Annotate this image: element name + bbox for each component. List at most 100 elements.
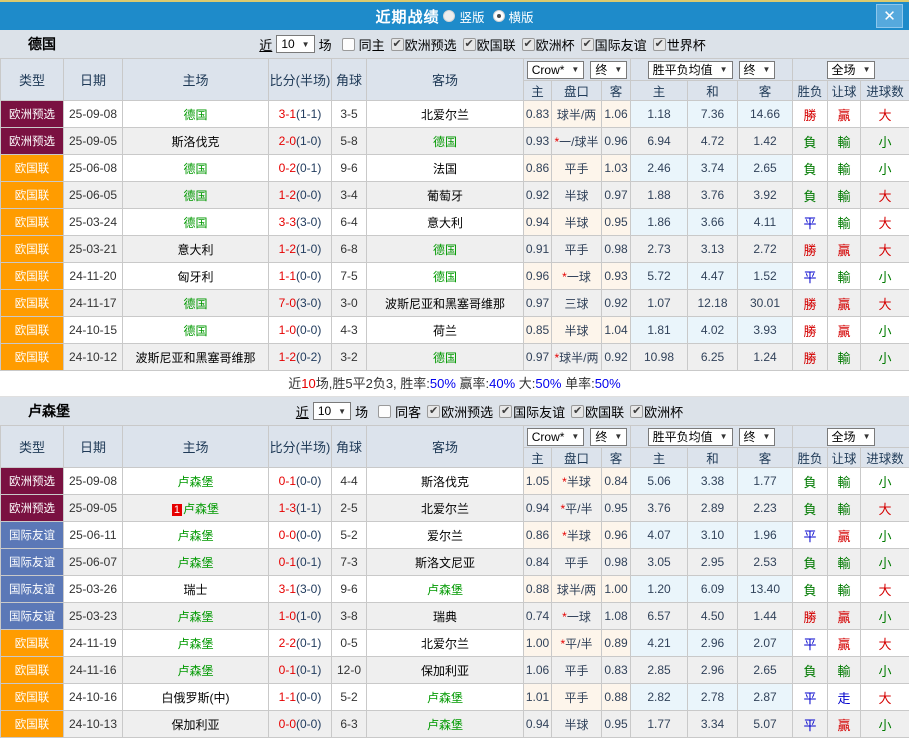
handicap-line: 球半/两 [552, 101, 602, 128]
match-date: 24-10-16 [64, 684, 123, 711]
match-date: 24-10-15 [64, 317, 123, 344]
match-row: 欧国联25-06-05德国1-2(0-0)3-4葡萄牙0.92半球0.971.8… [1, 182, 909, 209]
bookmaker-select[interactable]: Crow*▼ [527, 61, 585, 79]
handicap-line: 平手 [552, 549, 602, 576]
avg-lose-odds: 1.44 [738, 603, 793, 630]
league-filter-checkbox[interactable]: ✔欧洲杯 [522, 35, 575, 54]
sub-header-avg-draw: 和 [688, 81, 738, 101]
match-date: 25-06-05 [64, 182, 123, 209]
league-filter-checkbox[interactable]: ✔国际友谊 [581, 35, 647, 54]
same-venue-checkbox[interactable]: 同客 [378, 402, 421, 421]
bookmaker-select[interactable]: Crow*▼ [527, 428, 585, 446]
match-count-select[interactable]: 10▼ [276, 35, 314, 53]
recent-link[interactable]: 近 [296, 402, 309, 421]
score: 1-2(0-2) [269, 344, 332, 371]
radio-horizontal-layout[interactable] [493, 10, 505, 22]
league-type-badge: 欧国联 [1, 630, 64, 657]
avg-draw-odds: 3.76 [688, 182, 738, 209]
match-row: 欧洲预选25-09-05斯洛伐克2-0(1-0)5-8德国0.93*一/球半0.… [1, 128, 909, 155]
handicap-line: *一球 [552, 263, 602, 290]
corner-count: 0-5 [332, 630, 367, 657]
league-filter-checkbox[interactable]: ✔国际友谊 [499, 402, 565, 421]
handicap-line: *一球 [552, 603, 602, 630]
crow-home-odds: 0.97 [524, 290, 552, 317]
avg-odds-select[interactable]: 胜平负均值▼ [648, 428, 733, 446]
result-goals: 大 [861, 576, 909, 603]
odds-time-select[interactable]: 终▼ [590, 61, 627, 79]
avg-win-odds: 2.82 [631, 684, 688, 711]
home-team: 白俄罗斯(中) [123, 684, 269, 711]
avg-draw-odds: 12.18 [688, 290, 738, 317]
crow-away-odds: 0.95 [602, 209, 631, 236]
avg-draw-odds: 2.96 [688, 630, 738, 657]
corner-count: 7-5 [332, 263, 367, 290]
score: 0-0(0-0) [269, 522, 332, 549]
close-button[interactable]: ✕ [876, 4, 903, 28]
home-team: 德国 [123, 317, 269, 344]
chevron-down-icon: ▼ [571, 432, 579, 441]
league-filter-checkbox[interactable]: ✔欧洲预选 [427, 402, 493, 421]
avg-win-odds: 3.76 [631, 495, 688, 522]
avg-time-select[interactable]: 终▼ [739, 61, 776, 79]
league-type-badge: 欧国联 [1, 290, 64, 317]
away-team: 德国 [367, 236, 524, 263]
league-filter-checkbox[interactable]: ✔欧洲杯 [630, 402, 683, 421]
handicap-line: 平手 [552, 657, 602, 684]
radio-horizontal-label: 横版 [509, 7, 534, 26]
titlebar: 近期战绩 竖版 横版 ✕ [0, 2, 909, 30]
crow-away-odds: 1.00 [602, 576, 631, 603]
away-team: 德国 [367, 263, 524, 290]
crow-away-odds: 1.04 [602, 317, 631, 344]
away-team: 卢森堡 [367, 576, 524, 603]
crow-away-odds: 1.06 [602, 101, 631, 128]
odds-time-select[interactable]: 终▼ [590, 428, 627, 446]
avg-draw-odds: 7.36 [688, 101, 738, 128]
radio-vertical-layout[interactable] [443, 10, 455, 22]
avg-lose-odds: 2.65 [738, 657, 793, 684]
league-filter-checkbox[interactable]: ✔欧国联 [463, 35, 516, 54]
league-type-badge: 国际友谊 [1, 576, 64, 603]
league-filter-checkbox[interactable]: ✔世界杯 [653, 35, 706, 54]
corner-count: 6-3 [332, 711, 367, 738]
crow-away-odds: 0.96 [602, 522, 631, 549]
crow-home-odds: 1.05 [524, 468, 552, 495]
avg-time-select[interactable]: 终▼ [739, 428, 776, 446]
score: 3-1(1-1) [269, 101, 332, 128]
same-venue-checkbox[interactable]: 同主 [342, 35, 385, 54]
avg-draw-odds: 6.25 [688, 344, 738, 371]
league-type-badge: 欧国联 [1, 182, 64, 209]
match-row: 欧国联25-03-24德国3-3(3-0)6-4意大利0.94半球0.951.8… [1, 209, 909, 236]
avg-draw-odds: 4.72 [688, 128, 738, 155]
scope-select[interactable]: 全场▼ [827, 428, 876, 446]
result-wdl: 平 [793, 263, 828, 290]
handicap-line: 三球 [552, 290, 602, 317]
league-type-badge: 欧洲预选 [1, 128, 64, 155]
match-count-select[interactable]: 10▼ [313, 402, 351, 420]
avg-odds-select[interactable]: 胜平负均值▼ [648, 61, 733, 79]
away-team: 北爱尔兰 [367, 101, 524, 128]
section-header: 卢森堡 近10▼场同客✔欧洲预选✔国际友谊✔欧国联✔欧洲杯 [0, 397, 909, 425]
chevron-down-icon: ▼ [863, 432, 871, 441]
avg-draw-odds: 3.38 [688, 468, 738, 495]
scope-select[interactable]: 全场▼ [827, 61, 876, 79]
checkbox-checked-icon: ✔ [630, 405, 643, 418]
col-header-score: 比分(半场) [269, 59, 332, 101]
league-filter-checkbox[interactable]: ✔欧国联 [571, 402, 624, 421]
home-team: 卢森堡 [123, 657, 269, 684]
avg-lose-odds: 2.72 [738, 236, 793, 263]
checkbox-checked-icon: ✔ [463, 38, 476, 51]
handicap-line: *平/半 [552, 495, 602, 522]
result-wdl: 負 [793, 657, 828, 684]
col-header-score: 比分(半场) [269, 426, 332, 468]
match-date: 24-11-17 [64, 290, 123, 317]
recent-link[interactable]: 近 [259, 35, 272, 54]
avg-lose-odds: 2.87 [738, 684, 793, 711]
league-filter-checkbox[interactable]: ✔欧洲预选 [391, 35, 457, 54]
league-type-badge: 欧国联 [1, 657, 64, 684]
result-goals: 大 [861, 684, 909, 711]
col-header-home: 主场 [123, 426, 269, 468]
handicap-line: 平手 [552, 236, 602, 263]
home-team: 卢森堡 [123, 630, 269, 657]
sub-header-handicap: 盘口 [552, 81, 602, 101]
avg-lose-odds: 4.11 [738, 209, 793, 236]
